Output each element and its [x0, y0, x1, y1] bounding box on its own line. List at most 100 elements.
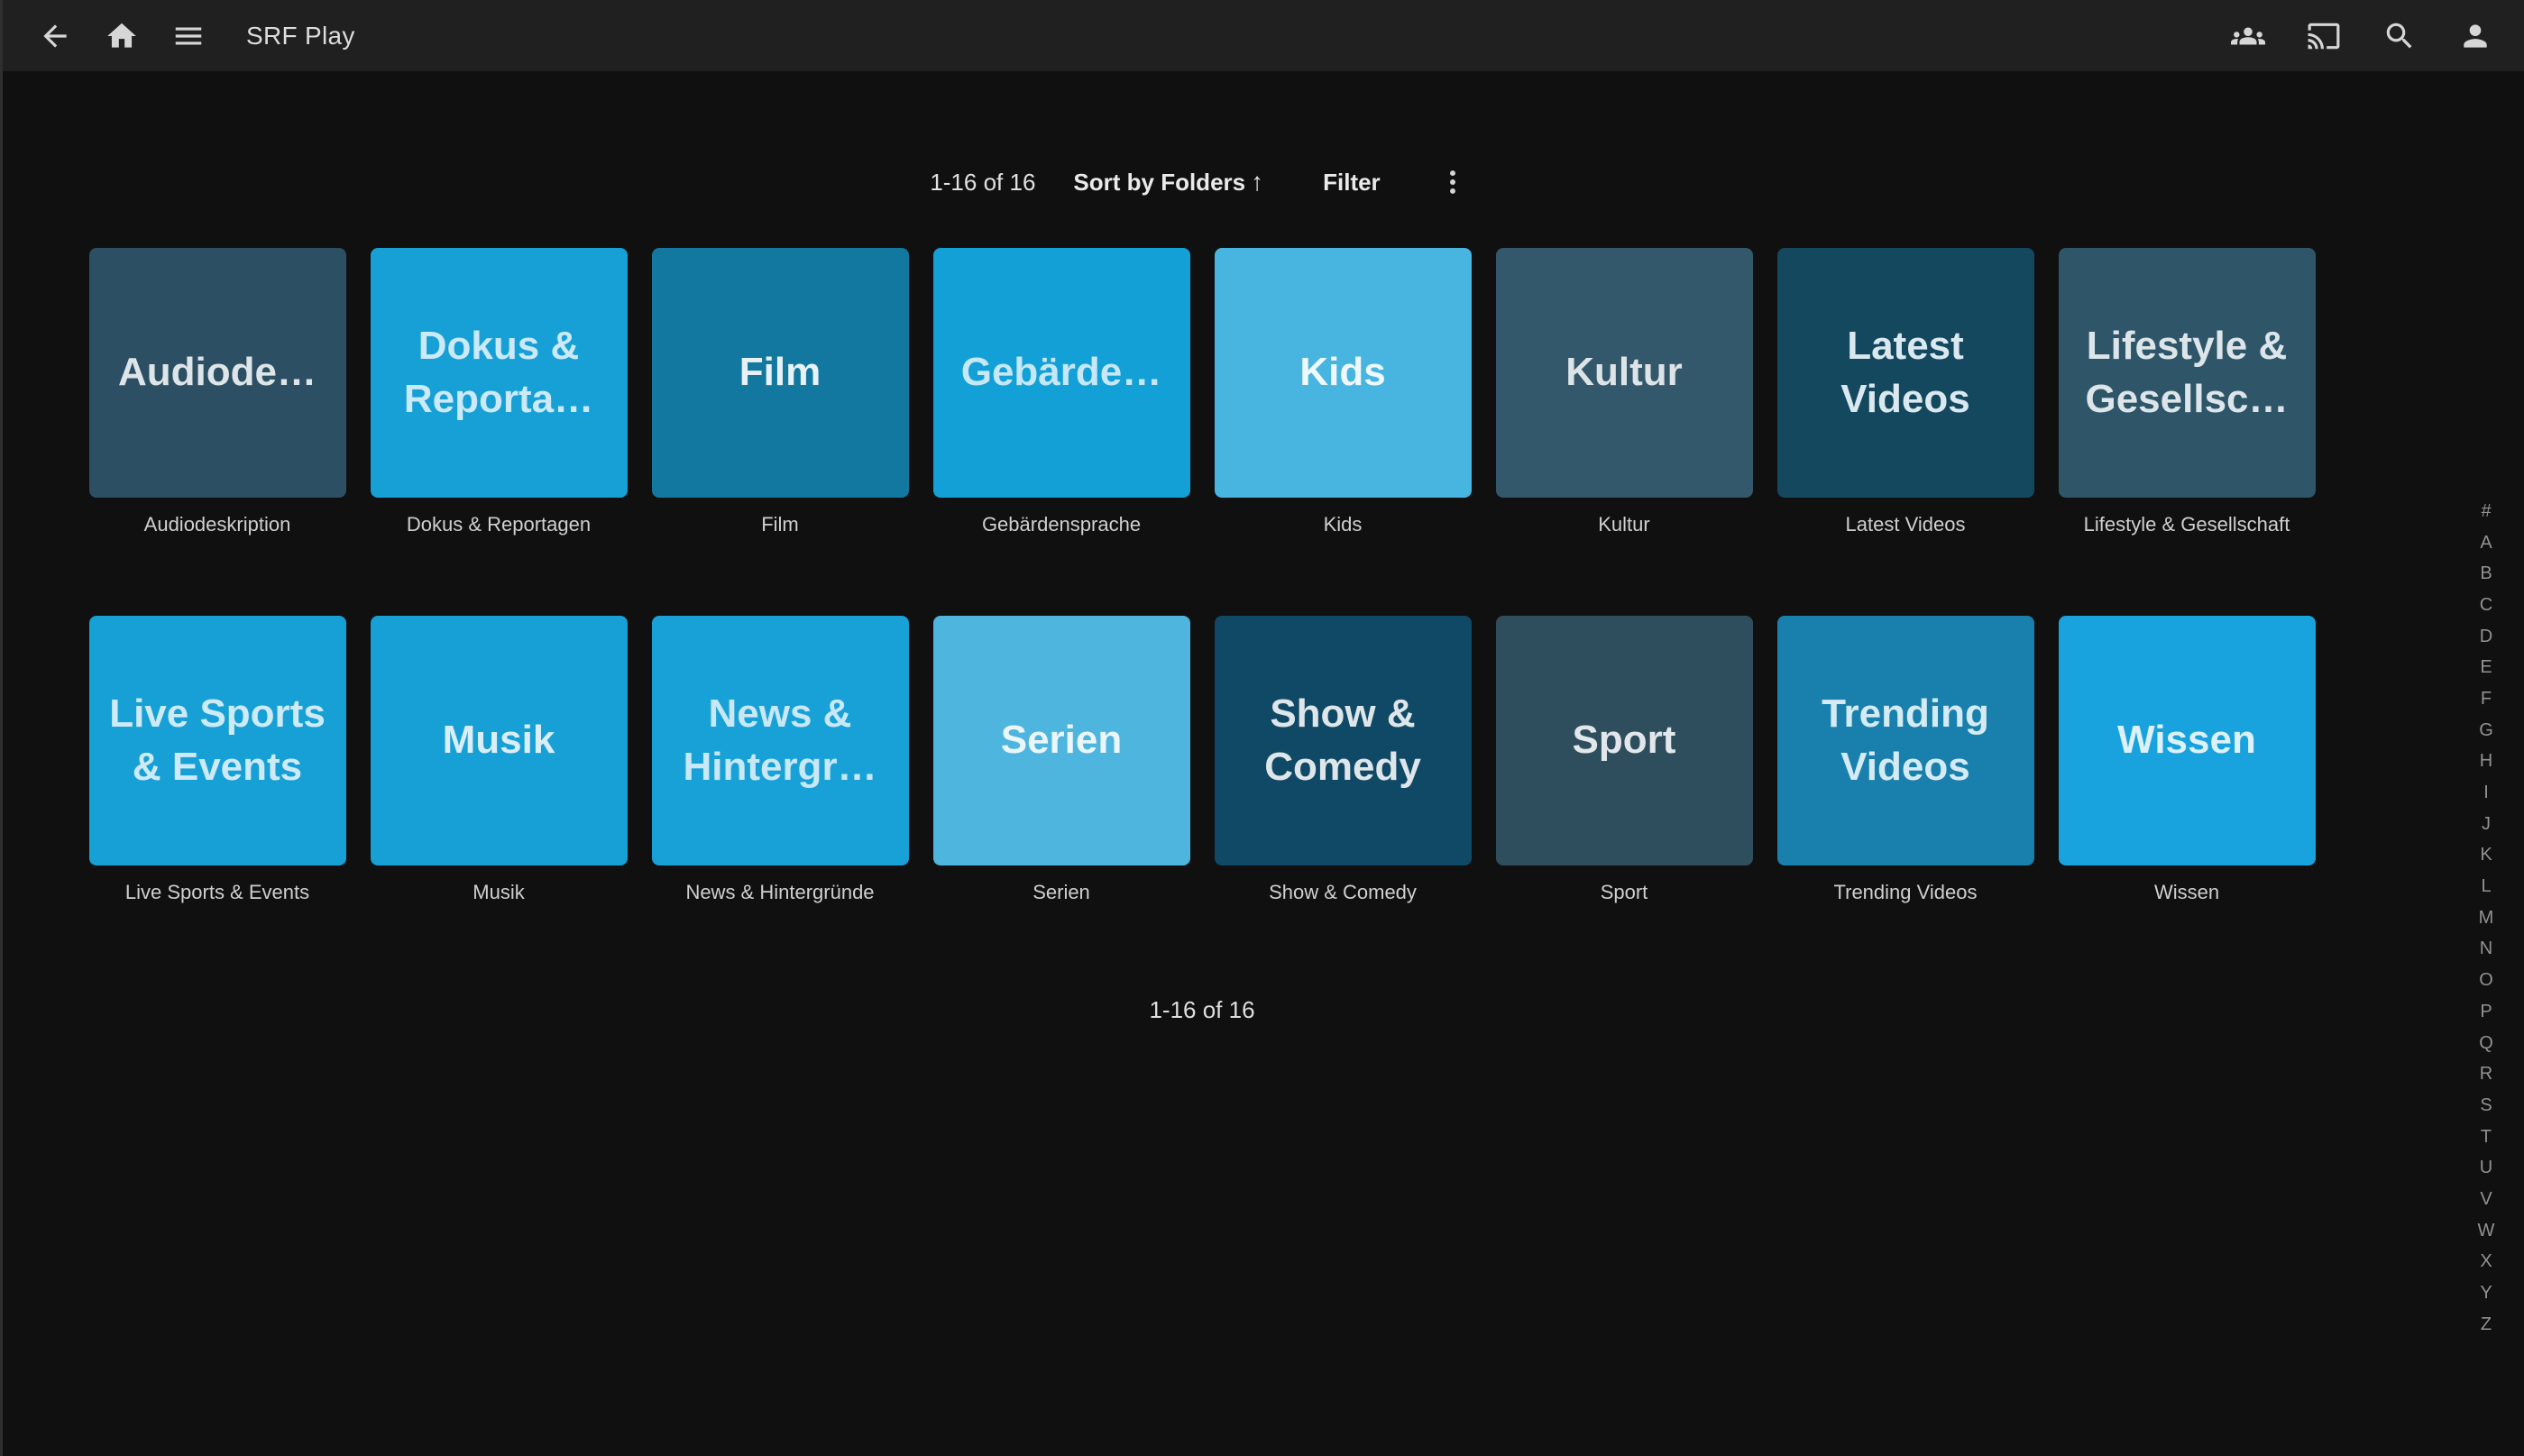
tile-card[interactable]: Latest Videos — [1777, 248, 2034, 498]
tile-title: Wissen — [2117, 714, 2256, 766]
alphabet-letter[interactable]: M — [2470, 902, 2502, 934]
alphabet-letter[interactable]: N — [2470, 934, 2502, 966]
app-toolbar: SRF Play — [3, 0, 2524, 71]
tile-card[interactable]: Film — [652, 248, 909, 498]
library-item: Lifestyle & Gesellsc… Lifestyle & Gesell… — [2059, 248, 2316, 536]
alphabet-letter[interactable]: V — [2470, 1184, 2502, 1215]
list-header: 1-16 of 16 Sort by Folders ↑ Filter — [3, 161, 2401, 203]
sort-ascending-icon: ↑ — [1251, 168, 1263, 197]
alphabet-letter[interactable]: E — [2470, 652, 2502, 683]
alphabet-letter[interactable]: J — [2470, 809, 2502, 840]
tile-title: Trending Videos — [1795, 688, 2016, 792]
tile-caption: Latest Videos — [1777, 513, 2034, 536]
tile-card[interactable]: Trending Videos — [1777, 616, 2034, 865]
tile-card[interactable]: Musik — [371, 616, 628, 865]
tile-caption: Trending Videos — [1777, 881, 2034, 904]
back-button[interactable] — [33, 14, 77, 58]
tile-title: Audiode… — [118, 346, 317, 398]
alphabet-letter[interactable]: G — [2470, 715, 2502, 746]
tile-caption: Show & Comedy — [1215, 881, 1472, 904]
library-item: Kultur Kultur — [1496, 248, 1753, 536]
tile-caption: News & Hintergründe — [652, 881, 909, 904]
back-icon — [38, 19, 72, 53]
alphabet-letter[interactable]: # — [2470, 496, 2502, 527]
alphabet-letter[interactable]: P — [2470, 996, 2502, 1028]
alphabet-letter[interactable]: X — [2470, 1247, 2502, 1278]
library-item: News & Hintergr… News & Hintergründe — [652, 616, 909, 904]
tile-card[interactable]: Sport — [1496, 616, 1753, 865]
sort-button[interactable]: Sort by Folders ↑ — [1064, 162, 1272, 202]
tile-caption: Gebärdensprache — [933, 513, 1190, 536]
filter-button[interactable]: Filter — [1314, 163, 1390, 202]
alphabet-letter[interactable]: K — [2470, 840, 2502, 872]
overflow-menu-button[interactable] — [1431, 160, 1474, 204]
user-button[interactable] — [2454, 14, 2497, 58]
tile-title: News & Hintergr… — [670, 688, 891, 792]
overflow-menu-icon — [1437, 167, 1468, 197]
library-item: Show & Comedy Show & Comedy — [1215, 616, 1472, 904]
alphabet-letter[interactable]: R — [2470, 1058, 2502, 1090]
tile-card[interactable]: Dokus & Reporta… — [371, 248, 628, 498]
tile-title: Kultur — [1565, 346, 1683, 398]
library-item: Live Sports & Events Live Sports & Event… — [89, 616, 346, 904]
tile-title: Gebärde… — [961, 346, 1162, 398]
syncplay-button[interactable] — [2226, 14, 2270, 58]
cast-button[interactable] — [2302, 14, 2345, 58]
tile-title: Live Sports & Events — [107, 688, 328, 792]
library-item: Dokus & Reporta… Dokus & Reportagen — [371, 248, 628, 536]
alphabet-letter[interactable]: C — [2470, 590, 2502, 621]
sort-button-label: Sort by Folders — [1073, 169, 1245, 197]
tile-card[interactable]: Serien — [933, 616, 1190, 865]
tile-card[interactable]: Audiode… — [89, 248, 346, 498]
alphabet-letter[interactable]: W — [2470, 1215, 2502, 1247]
tile-title: Show & Comedy — [1233, 688, 1454, 792]
tile-card[interactable]: Kids — [1215, 248, 1472, 498]
library-item: Serien Serien — [933, 616, 1190, 904]
alphabet-letter[interactable]: L — [2470, 871, 2502, 902]
tile-caption: Kids — [1215, 513, 1472, 536]
library-item: Musik Musik — [371, 616, 628, 904]
library-item: Film Film — [652, 248, 909, 536]
tile-caption: Musik — [371, 881, 628, 904]
tile-card[interactable]: Live Sports & Events — [89, 616, 346, 865]
alphabet-letter[interactable]: I — [2470, 777, 2502, 809]
alphabet-letter[interactable]: F — [2470, 683, 2502, 715]
tile-card[interactable]: News & Hintergr… — [652, 616, 909, 865]
alphabet-letter[interactable]: D — [2470, 621, 2502, 653]
alphabet-letter[interactable]: O — [2470, 965, 2502, 996]
tile-title: Kids — [1299, 346, 1385, 398]
alphabet-letter[interactable]: B — [2470, 558, 2502, 590]
tile-card[interactable]: Show & Comedy — [1215, 616, 1472, 865]
library-item: Wissen Wissen — [2059, 616, 2316, 904]
alphabet-letter[interactable]: T — [2470, 1122, 2502, 1153]
home-button[interactable] — [100, 14, 143, 58]
tile-caption: Lifestyle & Gesellschaft — [2059, 513, 2316, 536]
alphabet-letter[interactable]: U — [2470, 1152, 2502, 1184]
menu-button[interactable] — [167, 14, 210, 58]
alphabet-letter[interactable]: Q — [2470, 1028, 2502, 1059]
tile-card[interactable]: Wissen — [2059, 616, 2316, 865]
app-screen: SRF Play — [0, 0, 2524, 1456]
toolbar-right-group — [2194, 14, 2497, 58]
tile-card[interactable]: Kultur — [1496, 248, 1753, 498]
tile-caption: Dokus & Reportagen — [371, 513, 628, 536]
tile-title: Musik — [443, 714, 555, 766]
tile-card[interactable]: Lifestyle & Gesellsc… — [2059, 248, 2316, 498]
user-icon — [2458, 19, 2492, 53]
library-grid: Audiode… Audiodeskription Dokus & Report… — [3, 248, 2401, 904]
alphabet-picker: #ABCDEFGHIJKLMNOPQRSTUVWXYZ — [2470, 496, 2502, 1341]
tile-card[interactable]: Gebärde… — [933, 248, 1190, 498]
search-button[interactable] — [2378, 14, 2421, 58]
tile-title: Film — [739, 346, 821, 398]
alphabet-letter[interactable]: H — [2470, 746, 2502, 778]
tile-title: Dokus & Reporta… — [389, 320, 610, 425]
tile-title: Serien — [1001, 714, 1123, 766]
library-content: 1-16 of 16 Sort by Folders ↑ Filter Audi… — [3, 161, 2401, 1024]
tile-title: Latest Videos — [1795, 320, 2016, 425]
alphabet-letter[interactable]: S — [2470, 1090, 2502, 1122]
item-count: 1-16 of 16 — [930, 169, 1035, 197]
alphabet-letter[interactable]: Y — [2470, 1277, 2502, 1309]
library-item: Audiode… Audiodeskription — [89, 248, 346, 536]
alphabet-letter[interactable]: Z — [2470, 1309, 2502, 1341]
alphabet-letter[interactable]: A — [2470, 527, 2502, 559]
